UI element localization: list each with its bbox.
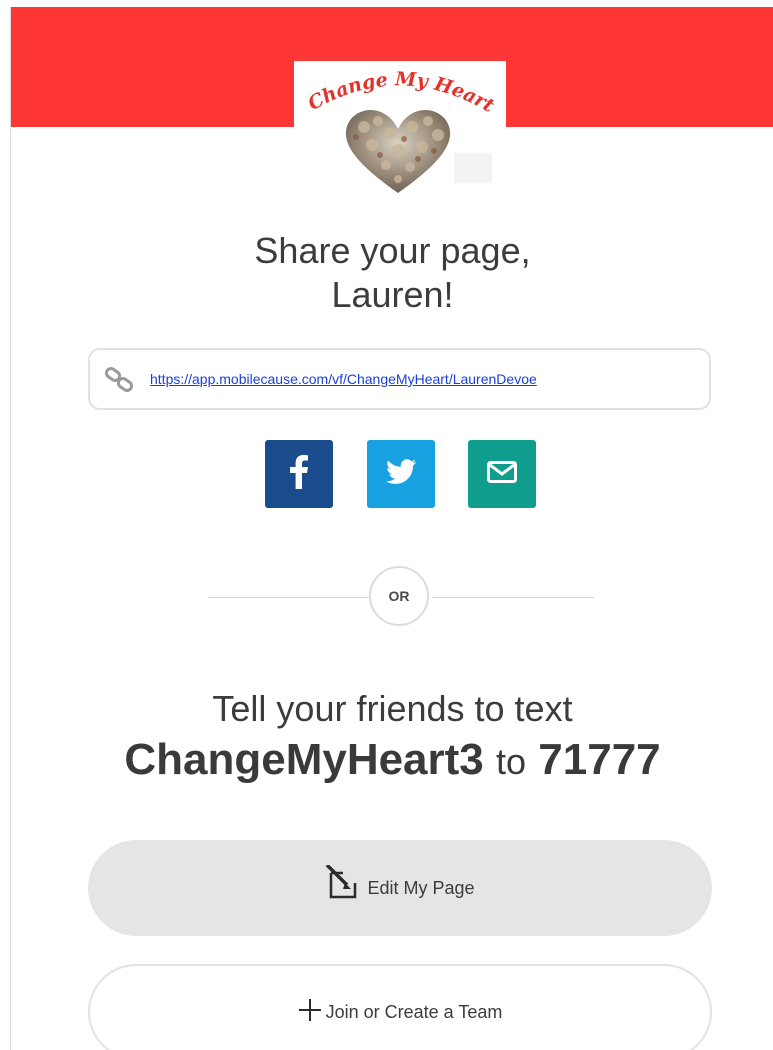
twitter-icon [386,458,416,490]
svg-text:Change My Heart: Change My Heart [304,68,498,117]
join-create-team-label: Join or Create a Team [325,1001,503,1022]
facebook-icon [288,454,310,494]
text-shortcode: 71777 [538,735,661,784]
divider-line-right [432,597,594,598]
twitter-share-button[interactable] [367,440,435,508]
edit-icon [325,863,363,904]
text-keyword: ChangeMyHeart3 [124,735,484,784]
text-keyword-line: ChangeMyHeart3 to 71777 [11,733,773,789]
share-link-box[interactable]: https://app.mobilecause.com/vf/ChangeMyH… [88,348,711,410]
link-icon [104,367,136,393]
campaign-logo: Change My Heart [294,61,506,201]
divider-line-left [208,597,370,598]
share-title-line1: Share your page, [254,230,531,271]
share-url-link[interactable]: https://app.mobilecause.com/vf/ChangeMyH… [150,371,537,387]
text-connector: to [496,741,527,782]
edit-my-page-label: Edit My Page [367,877,475,898]
share-title: Share your page, Lauren! [11,229,773,317]
plus-icon [298,998,322,1027]
text-instructions: Tell your friends to text [212,688,573,729]
envelope-icon [487,460,517,488]
or-divider: OR [369,566,429,626]
facebook-share-button[interactable] [265,440,333,508]
edit-my-page-button[interactable]: Edit My Page [88,840,712,936]
join-create-team-button[interactable]: Join or Create a Team [88,964,712,1050]
share-title-line2: Lauren! [331,274,454,315]
share-page: Change My Heart Share your page, Lauren! [10,7,773,1050]
email-share-button[interactable] [468,440,536,508]
